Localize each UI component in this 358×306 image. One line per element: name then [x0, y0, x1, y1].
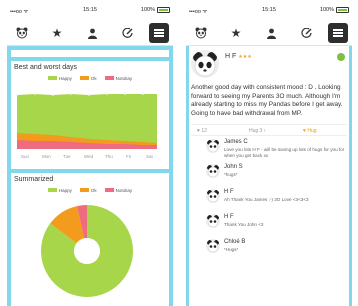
comment-item: H F Ah Thank You James :-) 3O Love <3<3<…	[206, 188, 347, 213]
day-label: Mon	[42, 154, 51, 159]
comment-author[interactable]: H F	[224, 214, 234, 220]
comment-text: *Hugs*	[224, 246, 239, 252]
day-label: Fri	[126, 154, 131, 159]
legend-ok-label: Ok	[90, 75, 97, 81]
legend-notokay: Notokay	[104, 75, 133, 81]
day-label: Thu	[105, 154, 113, 159]
comment-avatar[interactable]	[206, 138, 220, 153]
battery-icon	[157, 7, 170, 13]
comment-avatar[interactable]	[206, 188, 220, 203]
panda-avatar-icon[interactable]	[191, 50, 219, 78]
post-header: H F ★★★	[191, 50, 347, 84]
comment-author-text: James C	[224, 138, 248, 145]
legend-notokay-label: Notokay	[115, 75, 133, 81]
comment-text: Ah Thank You James :-) 3O Love <3<3<3	[224, 196, 309, 202]
nav-bar: ★	[7, 20, 173, 46]
top-card-strip	[11, 50, 169, 57]
legend-happy: Happy	[47, 75, 72, 81]
comment-avatar[interactable]	[206, 213, 220, 228]
swatch-happy	[47, 188, 57, 192]
comment-author-text: John S	[224, 163, 243, 170]
nav-person-icon[interactable]	[261, 23, 281, 43]
comment-author-text: Chloé B	[224, 238, 246, 245]
menu-button[interactable]	[149, 23, 169, 43]
nav-person-icon[interactable]	[82, 23, 102, 43]
legend-happy-label: Happy	[58, 75, 72, 81]
online-status-icon	[337, 53, 345, 61]
legend-happy: Happy	[47, 187, 72, 193]
summary-donut-chart	[40, 205, 134, 297]
day-label: Sun	[21, 154, 30, 159]
post-username-text: H F	[225, 53, 237, 60]
comments-list: James C Love you lots H F - will be savi…	[186, 136, 352, 263]
mood-area-chart: Sun Mon Tue Wed Thu Fri Sat	[15, 92, 157, 159]
legend-ok: Ok	[79, 187, 97, 193]
menu-button[interactable]	[328, 23, 348, 43]
comment-item: John S *hugs*	[206, 163, 347, 188]
nav-edit-icon[interactable]	[117, 23, 137, 43]
summary-legend: Happy Ok Notokay	[11, 185, 169, 195]
status-bar: •••oo ᯤ 15:15 100%	[7, 0, 173, 20]
summary-card: Summarized Happy Ok Notokay	[11, 173, 169, 306]
battery-icon	[336, 7, 349, 13]
hamburger-icon	[154, 29, 164, 37]
comment-author-text: H F	[224, 188, 234, 195]
comment-text: Love you lots H F - will be saving up lo…	[224, 146, 345, 158]
comment-item: Chloé B *Hugs*	[206, 238, 347, 263]
comment-author[interactable]: James C	[224, 139, 248, 145]
hamburger-icon	[333, 29, 343, 37]
comment-item: H F Thank You John <3	[206, 213, 347, 238]
comment-author[interactable]: Chloé B	[224, 239, 245, 245]
nav-panda-icon[interactable]	[12, 23, 32, 43]
comment-author-text: H F	[224, 213, 234, 220]
graph-title: Best and worst days	[14, 64, 78, 71]
swatch-ok	[79, 76, 89, 80]
phone-left-screen: •••oo ᯤ 15:15 100% ★ Best and worst days…	[7, 0, 173, 306]
battery-percent: 100%	[319, 7, 334, 13]
legend-notokay: Notokay	[104, 187, 133, 193]
feed-content: H F ★★★ Another good day with consistent…	[186, 46, 352, 306]
hug-button[interactable]: ♥ Hug	[303, 128, 317, 134]
day-label: Wed	[84, 154, 94, 159]
post-username[interactable]: H F ★★★	[225, 53, 252, 60]
nav-bar: ★	[186, 20, 352, 46]
legend-happy-label: Happy	[58, 187, 72, 193]
hug-count[interactable]: Hug 3 ›	[249, 128, 265, 134]
legend-notokay-label: Notokay	[115, 187, 133, 193]
comment-item: James C Love you lots H F - will be savi…	[206, 138, 347, 163]
likes-count[interactable]: ♥ 12	[197, 128, 207, 134]
day-label: Sat	[146, 154, 154, 159]
summary-title: Summarized	[14, 176, 54, 183]
mood-icons: ★★★	[238, 54, 252, 60]
day-label: Tue	[63, 154, 71, 159]
battery-percent: 100%	[140, 7, 155, 13]
status-bar: •••oo ᯤ 15:15 100%	[186, 0, 352, 20]
stats-content: Best and worst days Happy Ok Notokay Sun…	[7, 46, 173, 306]
legend-ok-label: Ok	[90, 187, 97, 193]
swatch-notokay	[104, 76, 114, 80]
mood-graph-card: Best and worst days Happy Ok Notokay Sun…	[11, 61, 169, 169]
comment-avatar[interactable]	[206, 163, 220, 178]
nav-star-icon[interactable]: ★	[226, 23, 246, 43]
post-action-bar: ♥ 12 Hug 3 › ♥ Hug	[191, 123, 347, 136]
legend-ok: Ok	[79, 75, 97, 81]
nav-panda-icon[interactable]	[191, 23, 211, 43]
swatch-ok	[79, 188, 89, 192]
nav-edit-icon[interactable]	[296, 23, 316, 43]
swatch-notokay	[104, 188, 114, 192]
nav-star-icon[interactable]: ★	[47, 23, 67, 43]
comment-text: *hugs*	[224, 171, 238, 177]
comment-avatar[interactable]	[206, 238, 220, 253]
comment-text: Thank You John <3	[224, 221, 264, 227]
comment-author[interactable]: H F	[224, 189, 234, 195]
graph-legend: Happy Ok Notokay	[11, 73, 169, 83]
phone-right-screen: •••oo ᯤ 15:15 100% ★ H F ★★★ Another goo…	[186, 0, 352, 306]
swatch-happy	[47, 76, 57, 80]
comment-author[interactable]: John S	[224, 164, 243, 170]
